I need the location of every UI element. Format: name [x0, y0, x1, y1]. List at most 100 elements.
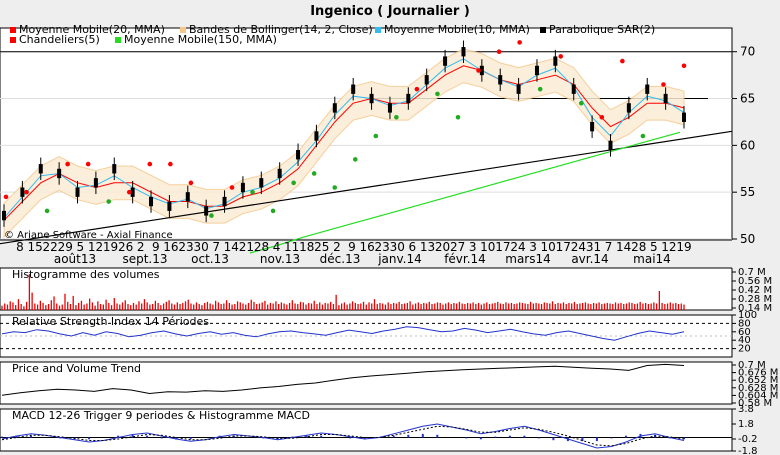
candle-body: [167, 201, 172, 211]
sar-dot: [332, 185, 338, 190]
candle-body: [406, 93, 411, 104]
candle-body: [93, 178, 98, 188]
x-month-label: nov.13: [260, 252, 300, 266]
y-tick-label: 55: [740, 185, 755, 199]
x-day-label: 8: [16, 240, 24, 254]
candle-body: [38, 164, 43, 174]
x-day-label: 19: [676, 240, 691, 254]
candle-body: [645, 84, 650, 94]
candle-body: [296, 150, 301, 160]
x-month-label: mai14: [633, 252, 671, 266]
candle-body: [516, 84, 521, 94]
sar-dot: [250, 189, 255, 195]
x-month-label: févr.14: [444, 252, 486, 266]
rsi-panel-label: Relative Strength Index 14 Périodes: [12, 315, 209, 328]
sar-dot: [3, 194, 9, 200]
legend-swatch: [375, 27, 381, 33]
y-tick-label: 50: [740, 232, 755, 246]
candle-body: [185, 192, 190, 202]
candle-body: [240, 182, 245, 193]
macd-y-tick: -0.2: [738, 434, 758, 445]
sar-dot: [435, 91, 440, 97]
rsi-y-tick: 20: [738, 344, 751, 355]
candle-body: [608, 140, 613, 151]
sar-dot: [85, 161, 91, 167]
pvt-panel-label: Price and Volume Trend: [12, 362, 141, 375]
legend-label: Chandeliers(5): [19, 33, 100, 46]
candle-body: [277, 168, 282, 179]
sar-dot: [661, 82, 666, 87]
legend-swatch: [10, 37, 16, 43]
candle-body: [682, 112, 686, 122]
sar-dot: [44, 208, 50, 214]
sar-dot: [414, 86, 420, 92]
candle-body: [369, 93, 374, 104]
sar-dot: [311, 171, 317, 176]
sar-dot: [455, 114, 461, 120]
macd-y-tick: 3.8: [738, 404, 754, 415]
sar-dot: [373, 133, 379, 139]
sar-dot: [106, 199, 112, 204]
sar-dot: [291, 180, 296, 186]
sar-dot: [188, 180, 194, 186]
candle-body: [461, 47, 466, 57]
x-month-label: oct.13: [191, 252, 229, 266]
y-tick-label: 65: [740, 92, 755, 106]
sar-dot: [209, 213, 214, 218]
sar-dot: [578, 100, 584, 106]
candle-body: [112, 164, 117, 174]
x-day-label: 17: [556, 240, 571, 254]
macd-y-tick: -1.8: [738, 446, 758, 455]
sar-dot: [352, 157, 358, 162]
macd-panel-label: MACD 12-26 Trigger 9 periodes & Histogra…: [12, 409, 310, 422]
sar-dot: [537, 86, 543, 92]
candle-body: [351, 84, 356, 94]
sar-dot: [24, 189, 29, 195]
sar-dot: [517, 40, 522, 45]
candle-body: [626, 103, 631, 113]
candle-body: [149, 196, 154, 207]
candle-body: [571, 84, 576, 94]
y-tick-label: 60: [740, 138, 755, 152]
sar-dot: [558, 54, 564, 59]
candle-body: [259, 178, 264, 188]
macd-y-tick: 1.8: [738, 419, 754, 430]
candle-body: [553, 56, 558, 66]
candle-body: [424, 75, 429, 85]
y-tick-label: 70: [740, 45, 755, 59]
legend-swatch: [115, 37, 121, 43]
x-day-label: 19: [103, 240, 118, 254]
legend-label: Moyenne Mobile(150, MMA): [124, 33, 277, 46]
candle-body: [663, 93, 668, 104]
candle-body: [590, 121, 595, 132]
legend-label: Moyenne Mobile(10, MMA): [384, 23, 530, 36]
candle-body: [443, 56, 448, 66]
sar-dot: [599, 114, 605, 120]
candle-body: [314, 131, 319, 141]
sar-dot: [620, 58, 625, 64]
x-month-label: sept.13: [122, 252, 167, 266]
sar-dot: [229, 185, 235, 190]
candle-body: [20, 187, 25, 197]
candle-body: [57, 168, 62, 179]
x-day-label: 18: [299, 240, 314, 254]
legend-swatch: [10, 27, 16, 33]
sar-dot: [496, 49, 502, 55]
x-day-label: 16: [359, 240, 374, 254]
sar-dot: [681, 63, 687, 69]
x-month-label: avr.14: [571, 252, 608, 266]
candle-body: [2, 210, 6, 221]
x-day-label: 13: [420, 240, 435, 254]
x-day-label: 21: [239, 240, 254, 254]
sar-dot: [147, 161, 153, 167]
candle-body: [498, 75, 503, 85]
chart-window: Ingenico ( Journalier ) 50 55 60 65 70 Moyenn…: [0, 0, 780, 455]
sar-dot: [394, 114, 399, 120]
candle-body: [387, 103, 392, 113]
legend-swatch: [540, 27, 546, 33]
x-month-label: janv.14: [377, 252, 422, 266]
candle-body: [332, 103, 337, 113]
x-month-label: déc.13: [320, 252, 361, 266]
sar-dot: [476, 68, 481, 73]
candle-body: [222, 196, 227, 207]
